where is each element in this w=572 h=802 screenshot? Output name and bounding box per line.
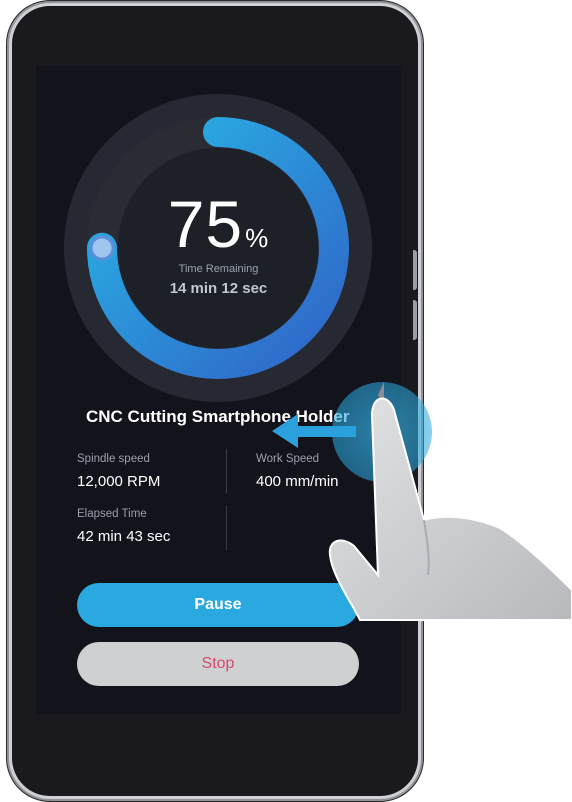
stats-divider: [226, 449, 227, 493]
progress-percent: 75%: [36, 191, 401, 257]
time-remaining-label: Time Remaining: [178, 263, 259, 275]
spindle-speed-label: Spindle speed: [77, 453, 150, 465]
volume-button: [413, 250, 417, 290]
app-screen: 75% Time Remaining 14 min 12 sec CNC Cut…: [36, 66, 401, 714]
time-remaining-value: 14 min 12 sec: [169, 280, 268, 297]
spindle-speed-value: 12,000 RPM: [77, 473, 161, 490]
stop-button[interactable]: Stop: [77, 642, 359, 686]
progress-percent-value: 75: [167, 187, 244, 261]
elapsed-time-label: Elapsed Time: [77, 508, 147, 520]
job-title: CNC Cutting Smartphone Holder: [86, 407, 350, 426]
work-speed-value: 400 mm/min: [256, 473, 339, 490]
progress-percent-unit: %: [245, 223, 270, 253]
pause-button[interactable]: Pause: [77, 583, 359, 627]
elapsed-time-value: 42 min 43 sec: [77, 528, 171, 545]
stats-divider: [226, 506, 227, 550]
power-button: [413, 300, 417, 340]
work-speed-label: Work Speed: [256, 453, 320, 465]
